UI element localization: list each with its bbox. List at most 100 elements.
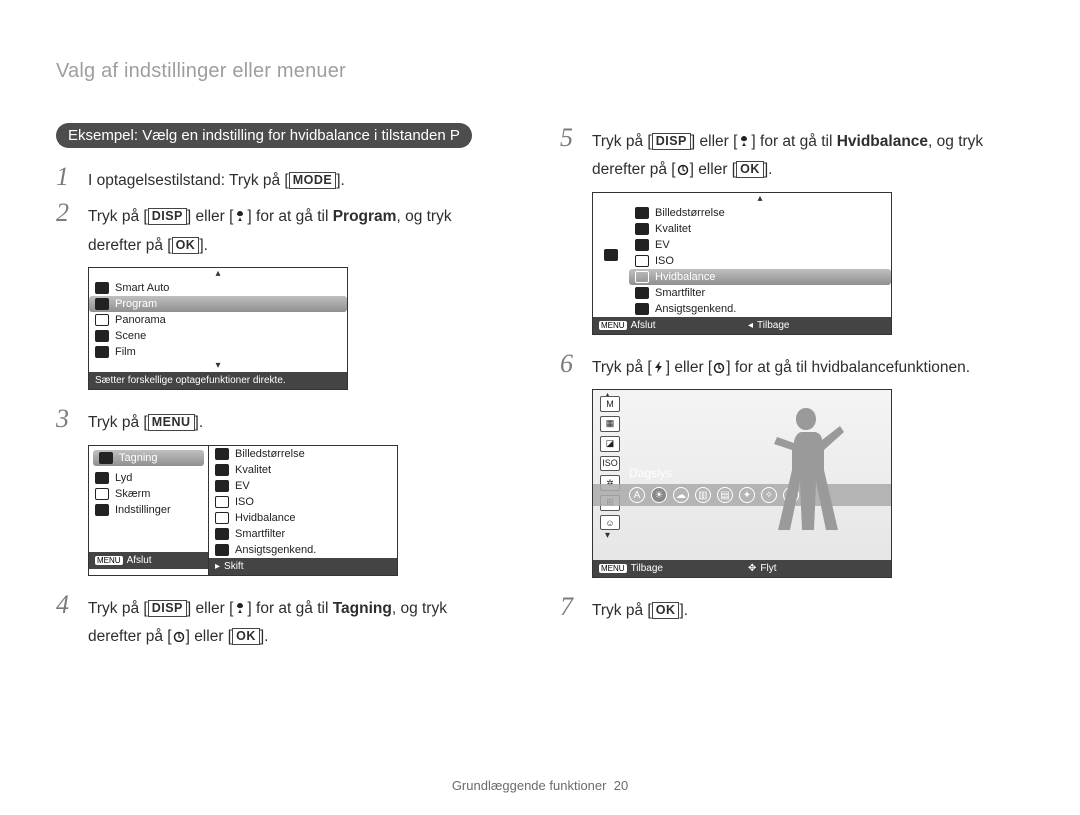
- step-text-cont: derefter på [] eller [OK].: [592, 159, 1024, 181]
- step-text: Tryk på [DISP] eller [] for at gå til Hv…: [592, 131, 983, 153]
- list-item-selected: Program: [89, 296, 347, 312]
- side-icon: M: [600, 396, 620, 412]
- step-7: 7 Tryk på [OK].: [560, 592, 1024, 622]
- wb-icon: [215, 512, 229, 524]
- menu-badge: MENU: [599, 321, 627, 330]
- step-text: Tryk på [] eller [] for at gå til hvidba…: [592, 357, 970, 379]
- disp-button-label: DISP: [148, 208, 187, 225]
- side-icon: ☺: [600, 515, 620, 531]
- flash-icon: [652, 358, 666, 370]
- example-pill: Eksempel: Vælg en indstilling for hvidba…: [56, 123, 472, 148]
- page-footer: Grundlæggende funktioner 20: [0, 778, 1080, 793]
- menu-right-pane: Billedstørrelse Kvalitet EV ISO Hvidbala…: [209, 446, 397, 575]
- quality-icon: [635, 223, 649, 235]
- content-columns: Eksempel: Vælg en indstilling for hvidba…: [56, 123, 1024, 655]
- down-caret-icon: ▾: [89, 360, 347, 372]
- ev-icon: [215, 480, 229, 492]
- menu-badge: MENU: [95, 556, 123, 565]
- scene-icon: [95, 330, 109, 342]
- step-number: 7: [560, 592, 582, 622]
- list-item: Kvalitet: [209, 462, 397, 478]
- iso-icon: [215, 496, 229, 508]
- wb-option-icon: ▥: [695, 487, 711, 503]
- step-1: 1 I optagelsestilstand: Tryk på [MODE].: [56, 162, 520, 192]
- left-caret-icon: ◂: [748, 320, 753, 331]
- list-item: Hvidbalance: [209, 510, 397, 526]
- wb-option-icon: ☁: [673, 487, 689, 503]
- face-icon: [635, 303, 649, 315]
- filter-icon: [635, 287, 649, 299]
- list-item: EV: [209, 478, 397, 494]
- screenshot-footer: MENUTilbage ✥Flyt: [593, 560, 891, 577]
- side-icon: ISO: [600, 456, 620, 472]
- move-icon: ✥: [748, 563, 756, 574]
- step-text: Tryk på [MENU].: [88, 412, 203, 434]
- list-item: Scene: [89, 328, 347, 344]
- timer-icon: [172, 627, 186, 639]
- screenshot-caption: Sætter forskellige optagefunktioner dire…: [89, 372, 347, 389]
- gear-icon: [95, 504, 109, 516]
- mode-button-label: MODE: [289, 172, 337, 189]
- screenshot-wb-live: ▴ M ▦ ◪ ISO ✲ ⊞ ☺ Dagslys A ☀ ☁ ▥ ▤: [592, 389, 892, 578]
- list-item: Panorama: [89, 312, 347, 328]
- menu-button-label: MENU: [148, 414, 195, 431]
- side-icon: ◪: [600, 436, 620, 452]
- wb-option-icon: ▤: [717, 487, 733, 503]
- screenshot-menu: Tagning Lyd Skærm Indstillinger MENUAfsl…: [88, 445, 398, 576]
- step-number: 4: [56, 590, 78, 620]
- macro-icon: [233, 207, 247, 219]
- step-number: 5: [560, 123, 582, 153]
- iso-icon: [635, 255, 649, 267]
- list-item: Lyd: [89, 470, 208, 486]
- screenshot-footer: MENUAfslut: [89, 552, 208, 569]
- list-item: Smartfilter: [209, 526, 397, 542]
- step-text-cont: derefter på [OK].: [88, 235, 520, 257]
- size-icon: [635, 207, 649, 219]
- page-section-title: Valg af indstillinger eller menuer: [56, 60, 1024, 83]
- list-item: Film: [89, 344, 347, 360]
- step-number: 1: [56, 162, 78, 192]
- list-item: Ansigtsgenkend.: [209, 542, 397, 558]
- timer-icon: [676, 160, 690, 172]
- right-caret-icon: ▸: [215, 561, 220, 572]
- down-caret-icon: ▾: [605, 530, 610, 542]
- menu-left-pane: Tagning Lyd Skærm Indstillinger MENUAfsl…: [89, 446, 209, 575]
- macro-icon: [233, 599, 247, 611]
- step-number: 3: [56, 404, 78, 434]
- step-text: Tryk på [DISP] eller [] for at gå til Pr…: [88, 206, 452, 228]
- step-3: 3 Tryk på [MENU].: [56, 404, 520, 434]
- ok-button-label: OK: [736, 161, 764, 178]
- list-item: ISO: [629, 253, 891, 269]
- step-5: 5 Tryk på [DISP] eller [] for at gå til …: [560, 123, 1024, 153]
- list-item: Skærm: [89, 486, 208, 502]
- quality-icon: [215, 464, 229, 476]
- list-item: ISO: [209, 494, 397, 510]
- side-icon: ▦: [600, 416, 620, 432]
- wb-selection-label: Dagslys: [629, 466, 672, 480]
- ok-button-label: OK: [652, 602, 680, 619]
- camera-p-icon: [95, 298, 109, 310]
- person-silhouette: [751, 400, 861, 550]
- step-2: 2 Tryk på [DISP] eller [] for at gå til …: [56, 198, 520, 228]
- ev-icon: [635, 239, 649, 251]
- wb-icon: [635, 271, 649, 283]
- screenshot-footer: ▸Skift: [209, 558, 397, 575]
- disp-button-label: DISP: [148, 600, 187, 617]
- display-icon: [95, 488, 109, 500]
- size-icon: [215, 448, 229, 460]
- panorama-icon: [95, 314, 109, 326]
- list-item: Billedstørrelse: [209, 446, 397, 462]
- list-item-selected: Hvidbalance: [629, 269, 891, 285]
- list-item: Ansigtsgenkend.: [629, 301, 891, 317]
- list-item: Indstillinger: [89, 502, 208, 518]
- step-text: Tryk på [OK].: [592, 600, 688, 622]
- film-icon: [95, 346, 109, 358]
- camera-icon: [99, 452, 113, 464]
- macro-icon: [737, 132, 751, 144]
- wb-option-icon-selected: ☀: [651, 487, 667, 503]
- list-item: EV: [629, 237, 891, 253]
- menu-badge: MENU: [599, 564, 627, 573]
- wb-option-icon: A: [629, 487, 645, 503]
- camera-tab-icon: [593, 193, 629, 317]
- list-item: Smartfilter: [629, 285, 891, 301]
